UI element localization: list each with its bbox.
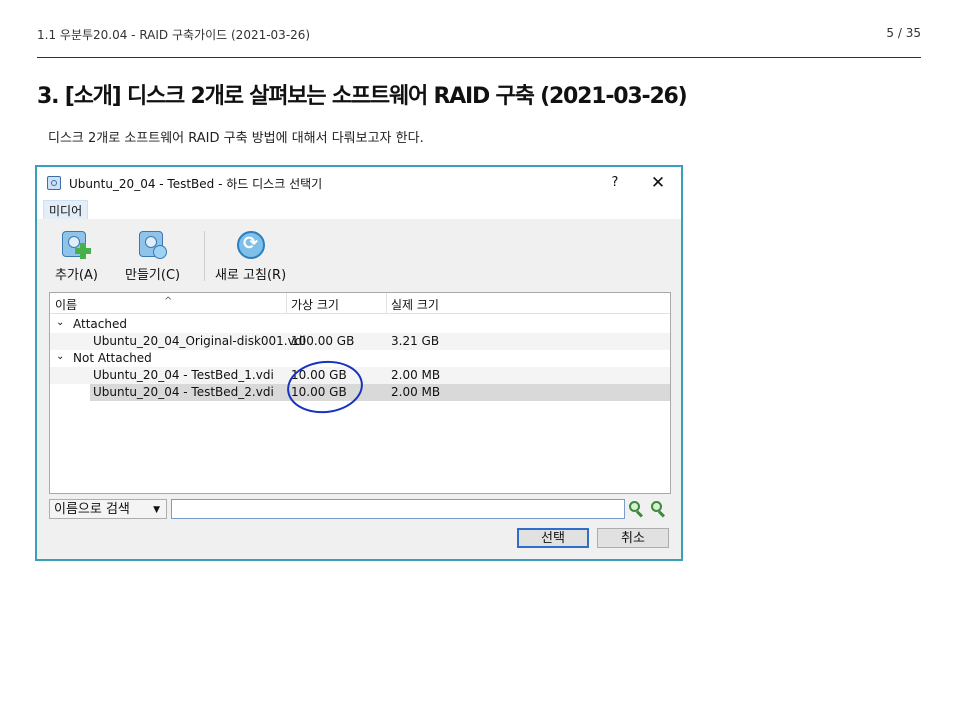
dropdown-arrow-icon: ▼ bbox=[153, 505, 160, 515]
column-actual-size[interactable]: 실제 크기 bbox=[391, 296, 439, 313]
page-header: 1.1 우분투20.04 - RAID 구축가이드 (2021-03-26) 5… bbox=[37, 26, 921, 46]
chevron-down-icon: ⌄ bbox=[56, 351, 65, 362]
toolbar: 추가(A) 만들기(C) ⟳ 새로 고침(R) bbox=[37, 219, 681, 287]
disk-actual-size: 2.00 MB bbox=[391, 368, 441, 382]
toolbar-separator bbox=[204, 231, 205, 281]
search-mode-value: 이름으로 검색 bbox=[54, 502, 130, 517]
chevron-down-icon: ⌄ bbox=[56, 317, 65, 328]
disk-name: Ubuntu_20_04 - TestBed_1.vdi bbox=[93, 368, 274, 382]
select-button[interactable]: 선택 bbox=[517, 528, 589, 548]
dialog-title: Ubuntu_20_04 - TestBed - 하드 디스크 선택기 bbox=[69, 177, 323, 191]
list-header: ^ 이름 가상 크기 실제 크기 bbox=[50, 293, 670, 314]
refresh-icon: ⟳ bbox=[235, 229, 267, 261]
disk-actual-size: 2.00 MB bbox=[391, 385, 441, 399]
search-mode-select[interactable]: 이름으로 검색 ▼ bbox=[49, 499, 167, 519]
group-label: Attached bbox=[73, 317, 127, 331]
cancel-button[interactable]: 취소 bbox=[597, 528, 669, 548]
disk-actual-size: 3.21 GB bbox=[391, 334, 440, 348]
disk-virtual-size: 100.00 GB bbox=[291, 334, 355, 348]
column-virtual-size[interactable]: 가상 크기 bbox=[291, 296, 339, 313]
section-title: 3. [소개] 디스크 2개로 살펴보는 소프트웨어 RAID 구축 (2021… bbox=[37, 84, 688, 109]
create-button[interactable]: 만들기(C) bbox=[125, 229, 180, 283]
column-name[interactable]: 이름 bbox=[55, 296, 77, 313]
virtualbox-disk-icon bbox=[47, 176, 61, 190]
disk-name: Ubuntu_20_04_Original-disk001.vdi bbox=[93, 334, 306, 348]
list-item[interactable]: Ubuntu_20_04_Original-disk001.vdi 100.00… bbox=[50, 333, 670, 350]
close-button[interactable]: ✕ bbox=[647, 172, 669, 194]
add-button-label: 추가(A) bbox=[55, 268, 98, 283]
find-next-icon[interactable] bbox=[649, 500, 667, 518]
find-previous-icon[interactable] bbox=[627, 500, 645, 518]
intro-text: 디스크 2개로 소프트웨어 RAID 구축 방법에 대해서 다뤄보고자 한다. bbox=[48, 131, 424, 146]
dialog-screenshot: Ubuntu_20_04 - TestBed - 하드 디스크 선택기 ? ✕ … bbox=[35, 165, 683, 561]
group-not-attached[interactable]: ⌄ Not Attached bbox=[50, 350, 670, 367]
dialog-titlebar: Ubuntu_20_04 - TestBed - 하드 디스크 선택기 ? ✕ bbox=[37, 167, 681, 199]
refresh-button[interactable]: ⟳ 새로 고침(R) bbox=[215, 229, 286, 283]
disk-name: Ubuntu_20_04 - TestBed_2.vdi bbox=[93, 385, 274, 399]
sort-indicator-icon: ^ bbox=[164, 296, 173, 307]
group-attached[interactable]: ⌄ Attached bbox=[50, 316, 670, 333]
page-number: 5 / 35 bbox=[886, 26, 921, 40]
running-header: 1.1 우분투20.04 - RAID 구축가이드 (2021-03-26) bbox=[37, 28, 311, 42]
group-label: Not Attached bbox=[73, 351, 152, 365]
menu-media[interactable]: 미디어 bbox=[43, 200, 89, 221]
refresh-button-label: 새로 고침(R) bbox=[215, 268, 287, 283]
create-button-label: 만들기(C) bbox=[125, 268, 181, 283]
search-bar: 이름으로 검색 ▼ bbox=[49, 499, 669, 521]
help-button[interactable]: ? bbox=[605, 173, 625, 193]
search-input[interactable] bbox=[171, 499, 625, 519]
menu-bar: 미디어 bbox=[37, 199, 681, 221]
header-divider bbox=[37, 57, 921, 58]
add-button[interactable]: 추가(A) bbox=[55, 229, 98, 283]
disk-create-icon bbox=[137, 229, 169, 261]
disk-add-icon bbox=[60, 229, 92, 261]
